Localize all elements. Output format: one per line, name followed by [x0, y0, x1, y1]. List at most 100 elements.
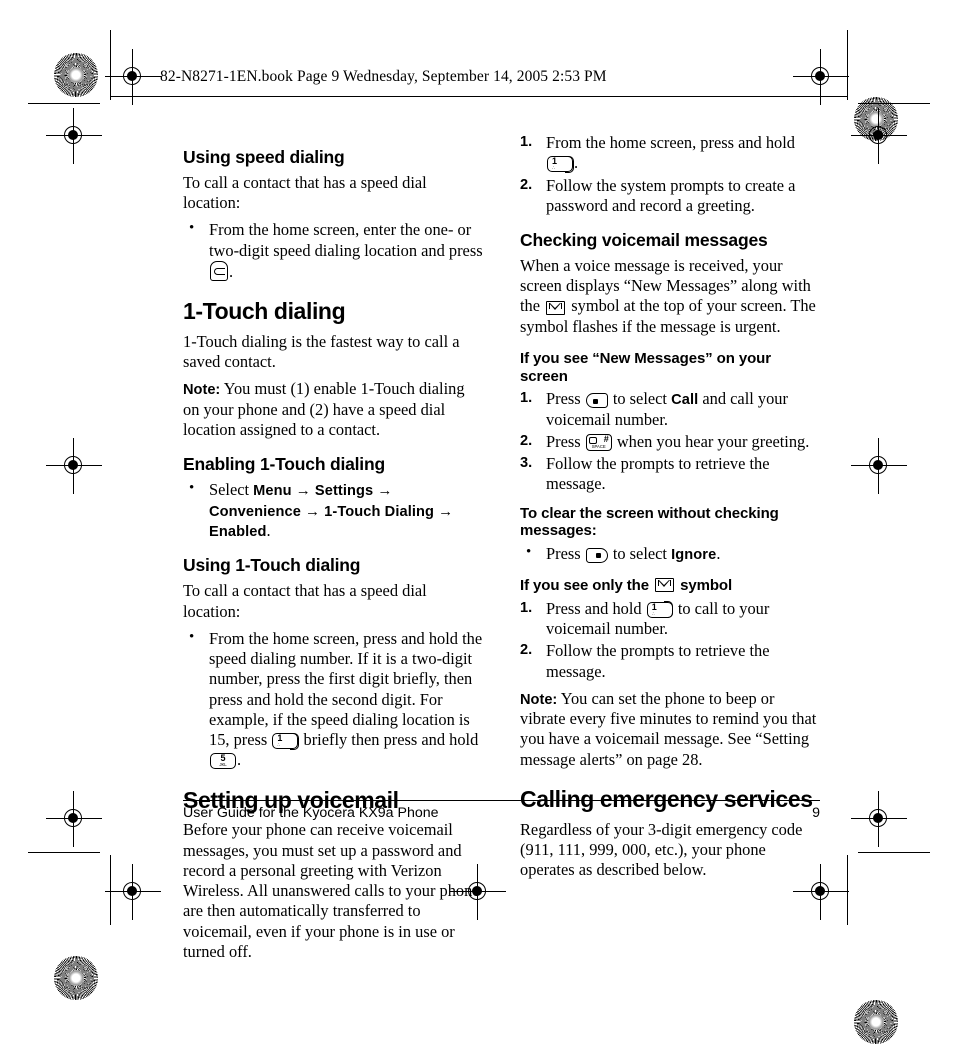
- list-item: 1. Press and hold 1 ∴ to call to your vo…: [520, 599, 820, 640]
- note-label: Note:: [183, 382, 221, 399]
- heading-using-1-touch-dialing: Using 1-Touch dialing: [183, 555, 361, 576]
- bullseye-registration-mark-right-middle: [851, 108, 907, 164]
- bullseye-registration-mark-right-bottom: [851, 791, 907, 847]
- setup-step-2-text: Follow the system prompts to create a pa…: [546, 175, 796, 215]
- using-one-touch-text-part2: briefly then press and hold: [303, 730, 479, 750]
- clear-screen-bullet-list: Press to select Ignore.: [520, 543, 820, 564]
- keypad-key-1-sub: ∴: [651, 610, 655, 616]
- only-symbol-heading-b: symbol: [680, 577, 733, 595]
- clear-screen-text-a: Press: [546, 543, 581, 563]
- keypad-key-1-icon: 1 ∴: [272, 732, 299, 750]
- voicemail-envelope-icon: [546, 301, 566, 316]
- keypad-key-hash-digit: #: [603, 434, 609, 445]
- setup-step-1-text: From the home screen, press and hold: [546, 133, 795, 152]
- using-one-touch-text-part3: .: [237, 750, 242, 770]
- new-messages-steps: 1. Press to select Call and call your vo…: [520, 389, 820, 494]
- only-symbol-heading-a: If you see only the: [520, 577, 649, 595]
- list-item: 2. Follow the prompts to retrieve the me…: [520, 641, 820, 682]
- keypad-key-5-sub: JKL: [219, 762, 227, 768]
- heading-checking-voicemail-messages: Checking voicemail messages: [520, 230, 768, 250]
- keypad-key-1-icon: 1 ∴: [547, 155, 574, 173]
- heading-enabling-1-touch-dialing: Enabling 1-Touch dialing: [183, 454, 385, 475]
- setup-step-1-period: .: [574, 153, 579, 173]
- checking-voicemail-paragraph: When a voice message is received, your s…: [520, 256, 820, 337]
- file-header-stamp: 82-N8271-1EN.book Page 9 Wednesday, Sept…: [160, 68, 607, 85]
- note-label: Note:: [520, 691, 558, 708]
- step-number: 2.: [520, 176, 533, 193]
- new-messages-step-2-b: when you hear your greeting.: [616, 431, 810, 451]
- menu-path-convenience: Convenience: [209, 503, 301, 520]
- page-number: 9: [812, 805, 820, 821]
- bullseye-registration-mark-left-lower: [46, 438, 102, 494]
- bullseye-registration-mark-right-lower: [851, 438, 907, 494]
- arrow-icon: →: [295, 483, 311, 500]
- softkey-label-ignore: Ignore: [671, 546, 717, 563]
- only-symbol-steps: 1. Press and hold 1 ∴ to call to your vo…: [520, 599, 820, 682]
- keypad-key-1-sub: ∴: [277, 742, 281, 748]
- heading-using-speed-dialing: Using speed dialing: [183, 147, 345, 167]
- header-rule: [110, 96, 848, 98]
- step-number: 3.: [520, 455, 533, 472]
- note-text: You can set the phone to beep or vibrate…: [520, 688, 817, 769]
- step-number: 2.: [520, 432, 533, 449]
- arrow-icon: →: [305, 503, 321, 520]
- keypad-key-hash-sub: SPACE: [591, 444, 606, 450]
- speed-dialing-bullet-period: .: [229, 261, 234, 281]
- menu-path-period: .: [266, 521, 271, 541]
- keypad-key-hash-icon: # SPACE: [585, 433, 612, 451]
- arrow-icon: →: [438, 503, 454, 520]
- list-item: 2. Press # SPACE when you hear your gree…: [520, 432, 820, 452]
- menu-path-settings: Settings: [314, 483, 374, 500]
- list-item: From the home screen, press and hold the…: [183, 628, 483, 771]
- list-item: 1. From the home screen, press and hold …: [520, 133, 820, 174]
- new-messages-step-1-c: and call your voicemail number.: [546, 389, 788, 429]
- page-columns: Using speed dialing To call a contact th…: [183, 133, 820, 969]
- menu-path-one-touch-dialing: 1-Touch Dialing: [324, 503, 435, 520]
- menu-path-menu: Menu: [253, 483, 292, 500]
- trim-line-top-right-horizontal: [858, 103, 930, 105]
- list-item: Select Menu → Settings → Convenience → 1…: [183, 479, 483, 541]
- right-softkey-icon: [585, 547, 608, 563]
- heading-clear-screen: To clear the screen without checking mes…: [520, 504, 779, 540]
- setting-voicemail-paragraph: Before your phone can receive voicemail …: [183, 820, 480, 961]
- list-item: From the home screen, enter the one- or …: [183, 219, 483, 282]
- clear-screen-text-b: to select: [612, 543, 667, 563]
- speed-dialing-bullet-text: From the home screen, enter the one- or …: [209, 220, 483, 260]
- step-number: 1.: [520, 134, 533, 150]
- trim-line-left-vertical: [110, 30, 112, 100]
- trim-line-right-vertical-bottom: [847, 855, 849, 925]
- one-touch-note: Note: You must (1) enable 1-Touch dialin…: [183, 379, 483, 440]
- list-item: 2. Follow the system prompts to create a…: [520, 176, 820, 217]
- new-messages-step-3: Follow the prompts to retrieve the messa…: [546, 454, 770, 494]
- enabling-bullet-list: Select Menu → Settings → Convenience → 1…: [183, 479, 483, 541]
- left-softkey-icon: [585, 393, 608, 409]
- using-one-touch-bullet-list: From the home screen, press and hold the…: [183, 628, 483, 771]
- step-number: 1.: [520, 390, 533, 407]
- footer-rule: [183, 800, 820, 802]
- trim-line-left-vertical-bottom: [110, 855, 112, 925]
- bullseye-registration-mark-bottom-left: [105, 864, 161, 920]
- list-item: Press to select Ignore.: [520, 543, 820, 564]
- using-one-touch-intro: To call a contact that has a speed dial …: [183, 581, 427, 621]
- rosette-registration-mark-top-left: [54, 53, 98, 97]
- new-messages-step-1-b: to select: [612, 389, 667, 409]
- trim-line-top-left-horizontal: [28, 103, 100, 105]
- list-item: 3. Follow the prompts to retrieve the me…: [520, 454, 820, 495]
- arrow-icon: →: [377, 483, 393, 500]
- voicemail-envelope-icon: [655, 578, 675, 593]
- step-number: 1.: [520, 599, 533, 616]
- enabling-select-word: Select: [209, 480, 250, 500]
- trim-line-bottom-right-horizontal: [858, 852, 930, 854]
- bullseye-registration-mark-top-left: [105, 49, 161, 105]
- keypad-key-1-icon: 1 ∴: [646, 601, 674, 619]
- trim-line-right-vertical: [847, 30, 849, 100]
- left-column: Using speed dialing To call a contact th…: [183, 133, 483, 969]
- scanned-manual-page: 82-N8271-1EN.book Page 9 Wednesday, Sept…: [0, 0, 954, 1044]
- bullseye-registration-mark-left-middle: [46, 108, 102, 164]
- heading-if-you-see-new-messages: If you see “New Messages” on your screen: [520, 349, 771, 385]
- page-footer: User Guide for the Kyocera KX9a Phone 9: [183, 805, 820, 821]
- rosette-registration-mark-bottom-left: [54, 956, 98, 1000]
- menu-path-enabled: Enabled: [209, 524, 267, 541]
- rosette-registration-mark-bottom-right: [854, 1000, 898, 1044]
- heading-1-touch-dialing: 1-Touch dialing: [183, 298, 346, 325]
